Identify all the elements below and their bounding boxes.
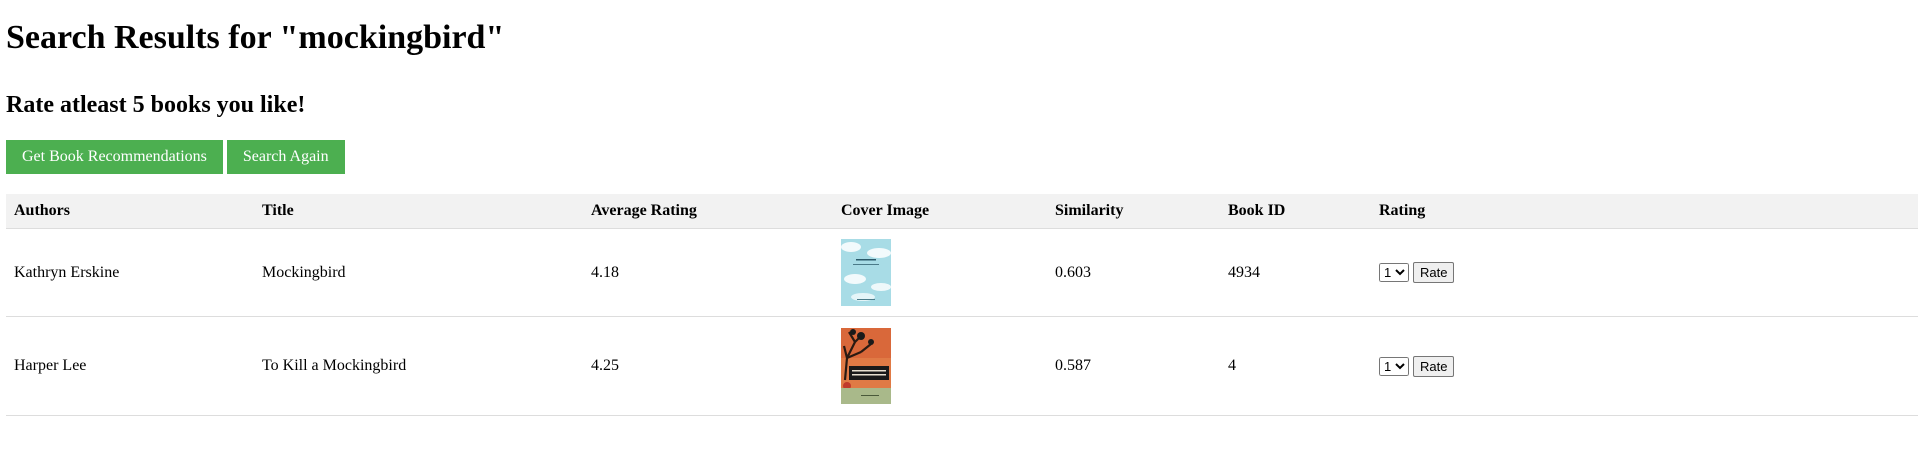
book-cover-image <box>841 328 891 404</box>
book-cover-image <box>841 239 891 306</box>
cell-cover-image <box>833 316 1047 416</box>
page-subtitle: Rate atleast 5 books you like! <box>6 92 306 118</box>
cell-rating: 1 Rate <box>1371 228 1918 317</box>
cell-similarity: 0.587 <box>1047 316 1220 416</box>
header-similarity: Similarity <box>1047 194 1220 229</box>
header-cover-image: Cover Image <box>833 194 1047 229</box>
table-row: Harper Lee To Kill a Mockingbird 4.25 0.… <box>6 316 1918 416</box>
results-table: Authors Title Average Rating Cover Image… <box>6 194 1918 416</box>
cell-similarity: 0.603 <box>1047 228 1220 317</box>
cell-title: To Kill a Mockingbird <box>254 316 583 416</box>
header-average-rating: Average Rating <box>583 194 833 229</box>
search-again-button[interactable]: Search Again <box>226 140 345 174</box>
table-header-row: Authors Title Average Rating Cover Image… <box>6 194 1918 229</box>
get-recommendations-button[interactable]: Get Book Recommendations <box>6 140 223 174</box>
page-title: Search Results for "mockingbird" <box>6 19 505 56</box>
page: Search Results for "mockingbird" Rate at… <box>0 0 1918 416</box>
rating-select[interactable]: 1 <box>1379 356 1409 376</box>
cell-authors: Harper Lee <box>6 316 254 416</box>
header-authors: Authors <box>6 194 254 229</box>
cell-title: Mockingbird <box>254 228 583 317</box>
header-book-id: Book ID <box>1220 194 1371 229</box>
cell-average-rating: 4.18 <box>583 228 833 317</box>
rate-controls: 1 Rate <box>1379 262 1910 283</box>
cell-book-id: 4 <box>1220 316 1371 416</box>
cell-book-id: 4934 <box>1220 228 1371 317</box>
rate-button[interactable]: Rate <box>1413 355 1455 377</box>
header-rating: Rating <box>1371 194 1918 229</box>
cell-rating: 1 Rate <box>1371 316 1918 416</box>
header-title: Title <box>254 194 583 229</box>
cell-average-rating: 4.25 <box>583 316 833 416</box>
rating-select[interactable]: 1 <box>1379 263 1409 282</box>
table-row: Kathryn Erskine Mockingbird 4.18 0.603 4… <box>6 228 1918 317</box>
rate-controls: 1 Rate <box>1379 355 1910 377</box>
rate-button[interactable]: Rate <box>1413 262 1455 283</box>
cell-authors: Kathryn Erskine <box>6 228 254 317</box>
cell-cover-image <box>833 228 1047 317</box>
action-bar: Get Book Recommendations Search Again <box>6 140 1912 174</box>
